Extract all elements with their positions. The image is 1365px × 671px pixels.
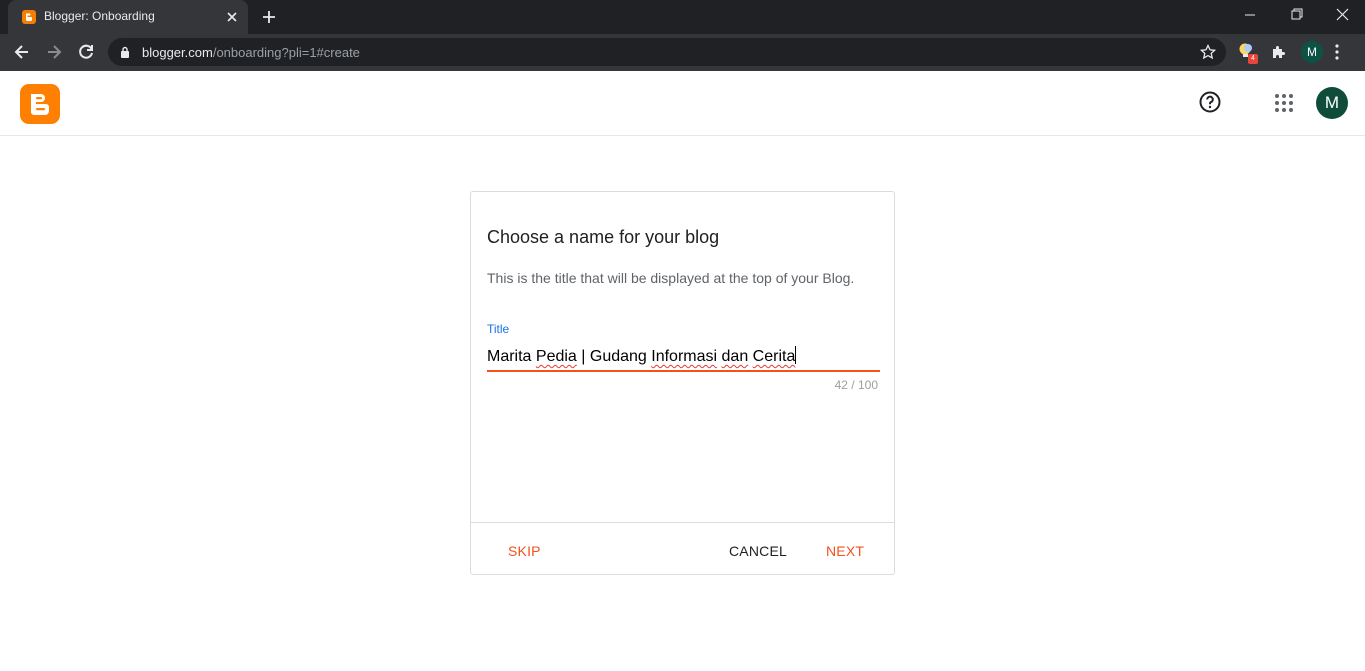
- browser-toolbar: blogger.com/onboarding?pli=1#create 4 M: [0, 34, 1365, 71]
- cancel-button[interactable]: CANCEL: [729, 543, 787, 559]
- address-bar[interactable]: blogger.com/onboarding?pli=1#create: [108, 38, 1226, 66]
- tab-close-icon[interactable]: [224, 9, 240, 25]
- tab-strip: Blogger: Onboarding: [0, 0, 1365, 34]
- blog-title-input[interactable]: Marita Pedia | Gudang Informasi dan Ceri…: [487, 340, 880, 372]
- browser-menu-icon[interactable]: [1335, 43, 1339, 61]
- dialog-divider: [471, 522, 894, 523]
- blog-title-value[interactable]: Marita Pedia | Gudang Informasi dan Ceri…: [487, 346, 797, 366]
- extension-bulb-icon[interactable]: 4: [1238, 42, 1258, 64]
- browser-profile-avatar[interactable]: M: [1301, 41, 1323, 63]
- minimize-icon[interactable]: [1227, 0, 1273, 30]
- apps-grid-icon[interactable]: [1272, 91, 1296, 115]
- browser-tab[interactable]: Blogger: Onboarding: [8, 0, 248, 34]
- help-icon[interactable]: [1198, 90, 1222, 114]
- reload-icon[interactable]: [76, 42, 96, 62]
- forward-icon[interactable]: [44, 42, 64, 62]
- bookmark-star-icon[interactable]: [1200, 44, 1216, 60]
- create-blog-dialog: Choose a name for your blog This is the …: [470, 191, 895, 575]
- url-text[interactable]: blogger.com/onboarding?pli=1#create: [142, 45, 360, 60]
- app-header: M: [0, 71, 1365, 136]
- character-counter: 42 / 100: [834, 378, 878, 392]
- dialog-description: This is the title that will be displayed…: [487, 270, 855, 286]
- restore-icon[interactable]: [1273, 0, 1319, 30]
- extensions-puzzle-icon[interactable]: [1270, 43, 1288, 61]
- tab-title: Blogger: Onboarding: [44, 9, 155, 23]
- new-tab-icon[interactable]: [260, 8, 278, 26]
- account-avatar[interactable]: M: [1316, 87, 1348, 119]
- text-caret: [795, 346, 797, 364]
- lock-icon[interactable]: [120, 46, 130, 58]
- extension-badge: 4: [1248, 54, 1258, 64]
- close-window-icon[interactable]: [1319, 0, 1365, 30]
- next-button[interactable]: NEXT: [826, 543, 864, 559]
- skip-button[interactable]: SKIP: [508, 543, 541, 559]
- title-field-label: Title: [487, 322, 510, 336]
- dialog-title: Choose a name for your blog: [487, 227, 720, 247]
- blogger-favicon-icon: [22, 10, 36, 24]
- back-icon[interactable]: [12, 42, 32, 62]
- blogger-logo-icon[interactable]: [20, 84, 60, 124]
